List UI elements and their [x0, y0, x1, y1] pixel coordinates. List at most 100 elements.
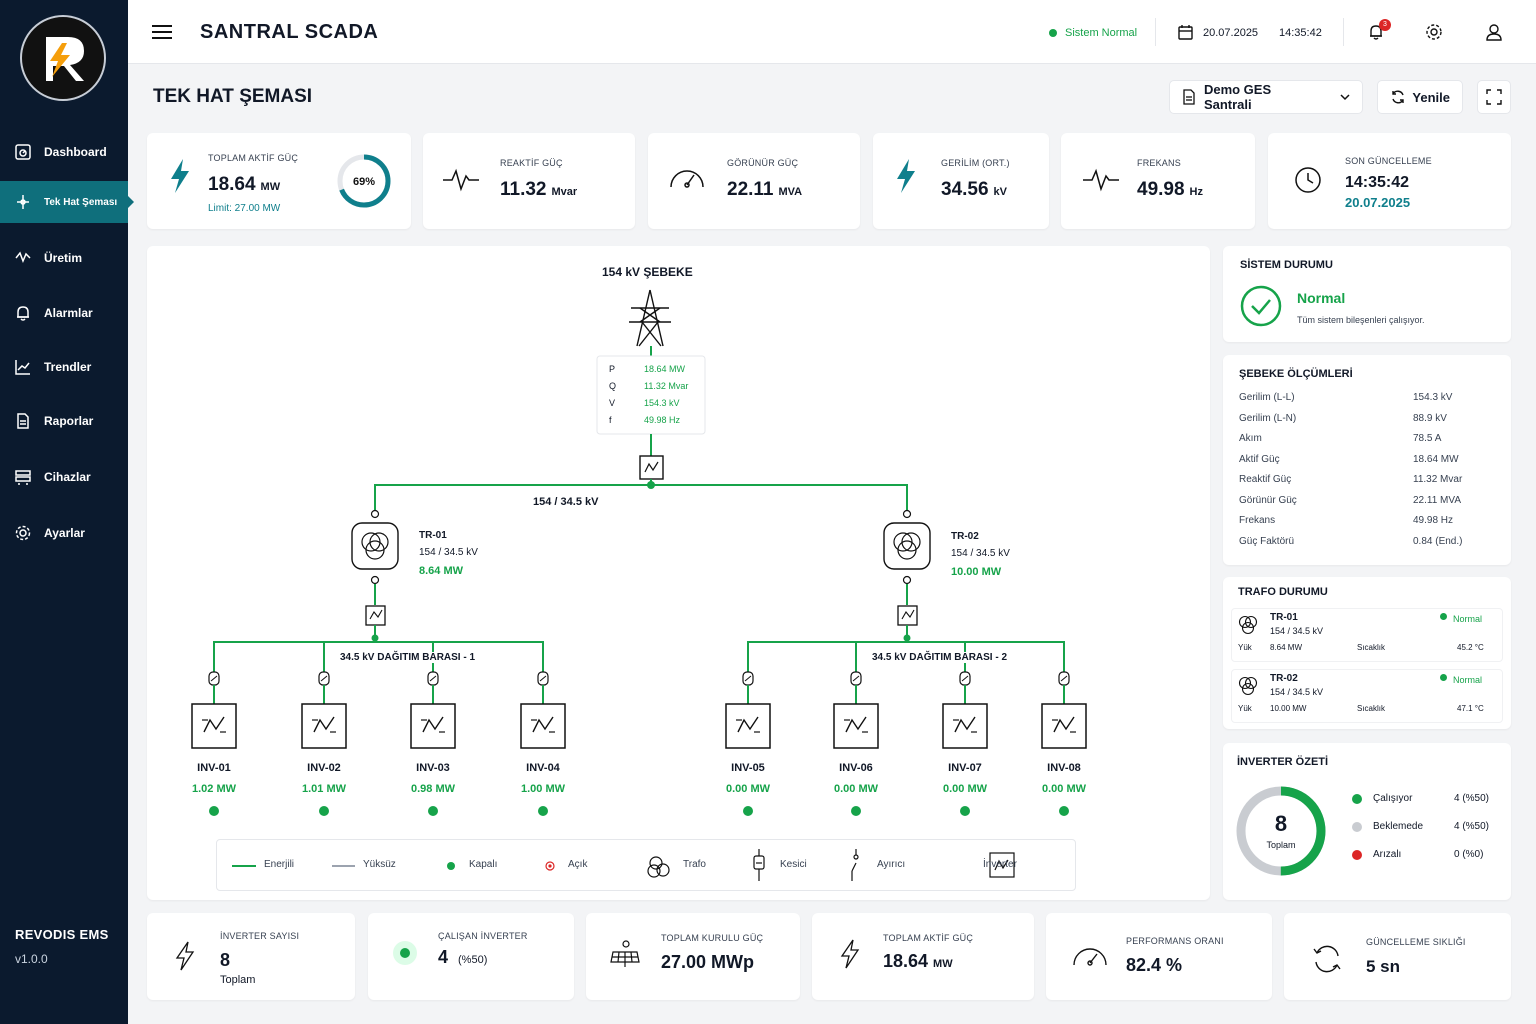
- update-date: 20.07.2025: [1345, 195, 1411, 210]
- inverter-status-dot: [428, 806, 438, 816]
- measurement-value: 49.98 Hz: [1413, 515, 1454, 526]
- inverter-icon: [1041, 703, 1087, 749]
- solar-panel-icon: [610, 940, 640, 967]
- card-sub: Toplam: [220, 974, 256, 986]
- trafo-status-dot: [1440, 674, 1447, 681]
- card-value: 4: [438, 947, 449, 967]
- measurement-label: Görünür Güç: [1239, 494, 1297, 506]
- meter-key: Q: [609, 381, 617, 391]
- refresh-button[interactable]: Yenile: [1377, 80, 1463, 114]
- legend-closed: Kapalı: [469, 859, 498, 870]
- kpi-unit: MVA: [778, 186, 803, 198]
- pulse-icon: [443, 168, 479, 192]
- measurement-label: Aktif Güç: [1239, 453, 1280, 465]
- trafo-load-label: Yük: [1238, 643, 1252, 652]
- sidebar-item-reports[interactable]: Raporlar: [0, 400, 128, 442]
- summary-label: Beklemede: [1373, 821, 1424, 832]
- sidebar-item-label: Cihazlar: [44, 470, 91, 484]
- inverter-power: 0.00 MW: [833, 783, 878, 795]
- active-power-gauge: 69%: [337, 154, 391, 208]
- notification-badge: 3: [1379, 19, 1391, 31]
- breaker-icon: [897, 605, 918, 626]
- kpi-unit: MW: [260, 181, 281, 193]
- main-transformer-ratio: 154 / 34.5 kV: [533, 496, 599, 508]
- plant-select[interactable]: Demo GES Santrali: [1169, 80, 1363, 114]
- trafo-temp-label: Sıcaklık: [1357, 643, 1386, 652]
- fullscreen-button[interactable]: [1477, 80, 1511, 114]
- sidebar-item-devices[interactable]: Cihazlar: [0, 456, 128, 498]
- inverter-status-dot: [851, 806, 861, 816]
- card-label: PERFORMANS ORANI: [1126, 936, 1224, 946]
- inverter-name: INV-07: [948, 762, 982, 774]
- tr1-ratio: 154 / 34.5 kV: [419, 547, 478, 558]
- kpi-label: GERİLİM (ORT.): [941, 158, 1010, 168]
- user-icon[interactable]: [1485, 23, 1503, 41]
- measurement-value: 78.5 A: [1413, 433, 1442, 444]
- inverter-summary-card: İNVERTER ÖZETİ 8 Toplam Çalışıyor 4 (%50)…: [1223, 743, 1511, 900]
- bolt-icon: [171, 159, 189, 193]
- summary-dot: [1352, 794, 1362, 804]
- card-label: GÜNCELLEME SIKLIĞI: [1366, 937, 1466, 947]
- trafo-ratio: 154 / 34.5 kV: [1270, 687, 1324, 697]
- inverter-status-dot: [538, 806, 548, 816]
- inverter-icon: [191, 703, 237, 749]
- sidebar-item-settings[interactable]: Ayarlar: [0, 512, 128, 554]
- trafo-ratio: 154 / 34.5 kV: [1270, 626, 1324, 636]
- sidebar-item-label: Üretim: [44, 251, 83, 265]
- sidebar-item-production[interactable]: Üretim: [0, 237, 128, 279]
- card-unit: MW: [933, 958, 953, 970]
- kpi-value: 34.56: [941, 179, 989, 200]
- inverter-name: INV-05: [731, 762, 765, 774]
- menu-icon[interactable]: [152, 24, 172, 40]
- disconnector-icon: [427, 671, 439, 686]
- system-status-card: SİSTEM DURUMU Normal Tüm sistem bileşenl…: [1223, 246, 1511, 342]
- disconnector-legend-icon: [851, 849, 859, 881]
- inverter-power: 0.00 MW: [1041, 783, 1086, 795]
- disconnector-icon: [742, 671, 754, 686]
- sidebar-item-alarms[interactable]: Alarmlar: [0, 292, 128, 334]
- kpi-unit: kV: [993, 186, 1008, 198]
- sidebar-item-trends[interactable]: Trendler: [0, 346, 128, 388]
- grid-measurements-card: ŞEBEKE ÖLÇÜMLERİ Gerilim (L-L) 154.3 kV Ge…: [1223, 355, 1511, 565]
- meter-key: P: [609, 364, 616, 374]
- sidebar-item-single-line[interactable]: Tek Hat Şeması: [0, 181, 134, 223]
- tr1-power: 8.64 MW: [419, 565, 464, 577]
- tr1-name: TR-01: [419, 530, 447, 541]
- trafo-load: 10.00 MW: [1270, 704, 1307, 713]
- trafo-temp: 45.2 °C: [1457, 643, 1484, 652]
- card-value: 27.00 MWp: [661, 952, 755, 972]
- tr2-power: 10.00 MW: [951, 566, 1002, 578]
- hv-busbar: [374, 484, 908, 510]
- kpi-value: 18.64: [208, 174, 256, 195]
- kpi-active-power: TOPLAM AKTİF GÜÇ 18.64 MW Limit: 27.00 MW…: [147, 133, 411, 229]
- legend-energized: Enerjili: [264, 859, 295, 870]
- single-line-diagram: 154 kV ŞEBEKE P 18.64 MW Q 11.32 Mvar V 154.3…: [147, 246, 1210, 900]
- brand-name: REVODIS EMS: [15, 927, 109, 942]
- divider: [1343, 18, 1344, 46]
- trafo-status: Normal: [1453, 675, 1483, 685]
- card-title: TRAFO DURUMU: [1238, 586, 1328, 598]
- kpi-unit: Hz: [1189, 186, 1203, 198]
- legend-deenergized: Yüksüz: [363, 859, 396, 870]
- summary-label: Arızalı: [1373, 849, 1402, 860]
- sidebar: Dashboard Tek Hat Şeması Üretim Alarmlar…: [0, 0, 134, 1024]
- card-value: 18.64: [883, 951, 929, 971]
- page-title: TEK HAT ŞEMASI: [153, 86, 313, 107]
- card-label: İNVERTER SAYISI: [220, 931, 300, 941]
- card-label: TOPLAM KURULU GÜÇ: [661, 933, 764, 943]
- inverter-name: INV-03: [416, 762, 450, 774]
- bolt-outline-icon: [840, 939, 860, 969]
- sidebar-item-dashboard[interactable]: Dashboard: [0, 131, 128, 173]
- measurement-label: Gerilim (L-L): [1239, 392, 1295, 403]
- document-icon: [1183, 89, 1195, 105]
- kpi-limit: Limit: 27.00 MW: [208, 203, 281, 214]
- check-circle-icon: [1240, 285, 1282, 327]
- gear-icon[interactable]: [1425, 23, 1443, 41]
- card-label: ÇALIŞAN İNVERTER: [438, 931, 528, 941]
- bottom-running-inverter: ÇALIŞAN İNVERTER 4 (%50): [368, 913, 574, 1000]
- trafo-load: 8.64 MW: [1270, 643, 1303, 652]
- summary-value: 4 (%50): [1454, 821, 1490, 832]
- meter-value: 49.98 Hz: [644, 415, 681, 425]
- system-status: Sistem Normal: [1065, 27, 1138, 39]
- sidebar-item-label: Tek Hat Şeması: [44, 196, 118, 208]
